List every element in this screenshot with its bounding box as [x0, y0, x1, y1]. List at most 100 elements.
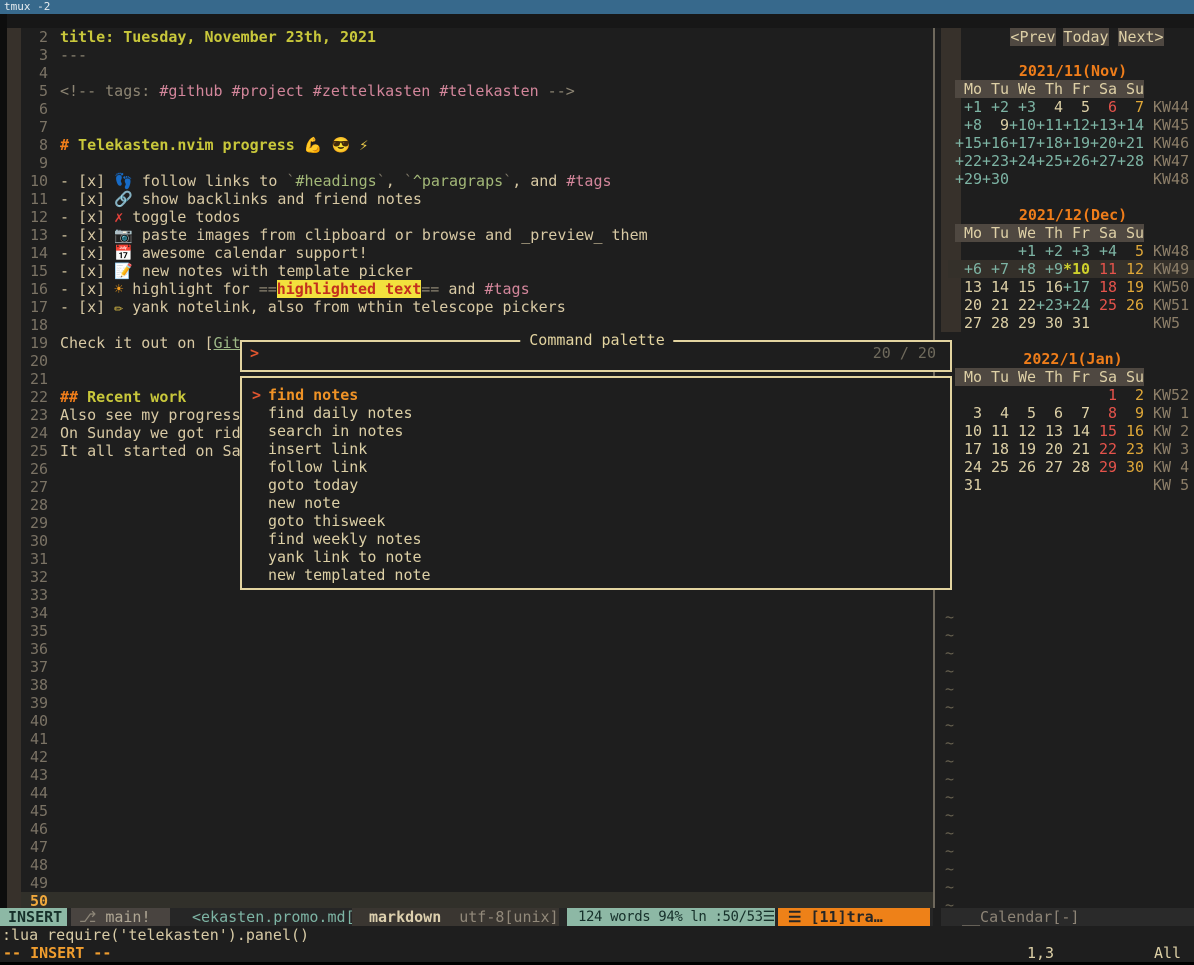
calendar-next-button[interactable]: Next>	[1118, 28, 1164, 46]
calendar-day[interactable]: 14	[982, 278, 1009, 296]
palette-item[interactable]: new note	[252, 494, 950, 512]
calendar-day[interactable]: 25	[982, 458, 1009, 476]
calendar-day[interactable]: 7	[1117, 98, 1144, 116]
editor-line[interactable]: 37	[21, 658, 933, 676]
calendar-day[interactable]: +27	[1090, 152, 1117, 170]
editor-line[interactable]: 39	[21, 694, 933, 712]
calendar-day[interactable]: 6	[1090, 98, 1117, 116]
calendar-day[interactable]: +9	[1036, 260, 1063, 278]
palette-item[interactable]: insert link	[252, 440, 950, 458]
calendar-day[interactable]: +23	[982, 152, 1009, 170]
calendar-day[interactable]: +8	[1009, 260, 1036, 278]
editor-line[interactable]: 49	[21, 874, 933, 892]
calendar-day[interactable]: 15	[1009, 278, 1036, 296]
calendar-day[interactable]: 7	[1063, 404, 1090, 422]
calendar-day[interactable]: +17	[1009, 134, 1036, 152]
palette-item[interactable]: find weekly notes	[252, 530, 950, 548]
calendar-day[interactable]: +29	[955, 170, 982, 188]
editor-line[interactable]: 6	[21, 100, 933, 118]
calendar-day[interactable]: +25	[1036, 152, 1063, 170]
calendar-day[interactable]: +8	[955, 116, 982, 134]
calendar-day[interactable]: +19	[1063, 134, 1090, 152]
editor-line[interactable]: 40	[21, 712, 933, 730]
editor-line[interactable]: 7	[21, 118, 933, 136]
calendar-day[interactable]: 16	[1036, 278, 1063, 296]
calendar-day[interactable]: 19	[1117, 278, 1144, 296]
calendar-day[interactable]: 12	[1009, 422, 1036, 440]
palette-item[interactable]: >find notes	[252, 386, 950, 404]
palette-item[interactable]: yank link to note	[252, 548, 950, 566]
editor-line[interactable]: 13- [x] 📷 paste images from clipboard or…	[21, 226, 933, 244]
calendar-day[interactable]: 26	[1117, 296, 1144, 314]
calendar-day[interactable]: +24	[1009, 152, 1036, 170]
calendar-day[interactable]: *10	[1063, 260, 1090, 278]
calendar-day[interactable]: +2	[982, 98, 1009, 116]
calendar-day[interactable]: +26	[1063, 152, 1090, 170]
editor-line[interactable]: 43	[21, 766, 933, 784]
calendar-day[interactable]: +21	[1117, 134, 1144, 152]
calendar-day[interactable]: 11	[982, 422, 1009, 440]
editor-line[interactable]: 17- [x] ✏ yank notelink, also from wthin…	[21, 298, 933, 316]
calendar-day[interactable]: 15	[1090, 422, 1117, 440]
editor-line[interactable]: 47	[21, 838, 933, 856]
calendar-day[interactable]: +12	[1063, 116, 1090, 134]
calendar-day[interactable]: 22	[1009, 296, 1036, 314]
calendar-day[interactable]: 9	[982, 116, 1009, 134]
calendar-day[interactable]: 3	[955, 404, 982, 422]
calendar-day[interactable]: +13	[1090, 116, 1117, 134]
editor-line[interactable]: 46	[21, 820, 933, 838]
calendar-day[interactable]: 30	[1117, 458, 1144, 476]
calendar-day[interactable]: 18	[1090, 278, 1117, 296]
calendar-day[interactable]: 8	[1090, 404, 1117, 422]
palette-item[interactable]: goto thisweek	[252, 512, 950, 530]
calendar-day[interactable]: 28	[1063, 458, 1090, 476]
calendar-day[interactable]: 2	[1117, 386, 1144, 404]
palette-item[interactable]: new templated note	[252, 566, 950, 584]
editor-line[interactable]: 16- [x] ☀ highlight for ==highlighted te…	[21, 280, 933, 298]
editor-line[interactable]: 8# Telekasten.nvim progress 💪 😎 ⚡	[21, 136, 933, 154]
calendar-day[interactable]: +1	[955, 98, 982, 116]
command-line[interactable]: :lua require('telekasten').panel()	[2, 926, 1192, 944]
calendar-day[interactable]: +18	[1036, 134, 1063, 152]
editor-line[interactable]: 38	[21, 676, 933, 694]
calendar-day[interactable]: +14	[1117, 116, 1144, 134]
calendar-day[interactable]: +2	[1036, 242, 1063, 260]
calendar-day[interactable]: 12	[1117, 260, 1144, 278]
palette-item[interactable]: goto today	[252, 476, 950, 494]
calendar-day[interactable]: +24	[1063, 296, 1090, 314]
editor-line[interactable]: 45	[21, 802, 933, 820]
calendar-day[interactable]: 27	[955, 314, 982, 332]
calendar-day[interactable]: 16	[1117, 422, 1144, 440]
calendar-today-button[interactable]: Today	[1063, 28, 1109, 46]
editor-line[interactable]: 36	[21, 640, 933, 658]
calendar-day[interactable]: 31	[955, 476, 982, 494]
calendar-day[interactable]: +30	[982, 170, 1009, 188]
calendar-day[interactable]: 4	[982, 404, 1009, 422]
calendar-day[interactable]: +15	[955, 134, 982, 152]
calendar-day[interactable]: +23	[1036, 296, 1063, 314]
editor-line[interactable]: 2title: Tuesday, November 23th, 2021	[21, 28, 933, 46]
calendar-day[interactable]: +10	[1009, 116, 1036, 134]
editor-line[interactable]: 41	[21, 730, 933, 748]
editor-line[interactable]: 9	[21, 154, 933, 172]
calendar-day[interactable]: 30	[1036, 314, 1063, 332]
calendar-day[interactable]: +17	[1063, 278, 1090, 296]
calendar-day[interactable]: 13	[955, 278, 982, 296]
calendar-day[interactable]: +3	[1009, 98, 1036, 116]
editor-line[interactable]: 12- [x] ✗ toggle todos	[21, 208, 933, 226]
calendar-day[interactable]: 23	[1117, 440, 1144, 458]
calendar-day[interactable]: 26	[1009, 458, 1036, 476]
calendar-day[interactable]: 11	[1090, 260, 1117, 278]
editor-line[interactable]: 34	[21, 604, 933, 622]
calendar-day[interactable]: 28	[982, 314, 1009, 332]
calendar-day[interactable]: 9	[1117, 404, 1144, 422]
calendar-day[interactable]: +7	[982, 260, 1009, 278]
calendar-day[interactable]: +20	[1090, 134, 1117, 152]
calendar-day[interactable]: 29	[1090, 458, 1117, 476]
calendar-day[interactable]: +22	[955, 152, 982, 170]
calendar-day[interactable]: +28	[1117, 152, 1144, 170]
calendar-day[interactable]: 21	[1063, 440, 1090, 458]
calendar-day[interactable]: 1	[1090, 386, 1117, 404]
calendar-day[interactable]: 5	[1009, 404, 1036, 422]
calendar-day[interactable]: 27	[1036, 458, 1063, 476]
